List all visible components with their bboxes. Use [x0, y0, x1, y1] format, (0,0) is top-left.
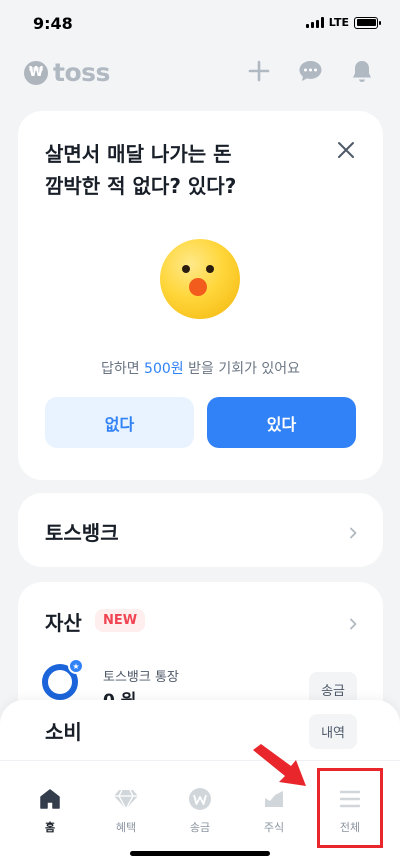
- toss-logo: ₩ toss: [24, 58, 110, 87]
- star-badge-icon: ★: [68, 658, 84, 674]
- tab-benefits[interactable]: 혜택: [96, 787, 156, 835]
- home-indicator: [130, 851, 270, 856]
- new-badge: NEW: [95, 609, 146, 632]
- won-icon: [187, 787, 213, 811]
- toss-bank-card[interactable]: 토스뱅크: [18, 493, 383, 567]
- account-name: 토스뱅크 통장: [103, 670, 179, 685]
- survey-question: 살면서 매달 나가는 돈 깜박한 적 없다? 있다?: [45, 142, 237, 198]
- reward-text: 답하면 500원 받을 기회가 있어요: [18, 358, 383, 378]
- tab-transfer[interactable]: 송금: [170, 787, 230, 835]
- chevron-right-icon: [347, 524, 359, 539]
- status-time: 9:48: [33, 14, 73, 33]
- app-header: ₩ toss: [0, 52, 400, 92]
- reward-amount: 500원: [144, 361, 184, 377]
- annotation-highlight-box: [317, 768, 383, 848]
- network-label: LTE: [328, 16, 349, 29]
- spending-title: 소비: [45, 720, 82, 744]
- tab-label: 혜택: [115, 821, 137, 834]
- reward-prefix: 답하면: [100, 361, 145, 377]
- history-button[interactable]: 내역: [309, 714, 357, 749]
- battery-icon: [354, 16, 381, 29]
- no-button[interactable]: 없다: [45, 397, 194, 448]
- tab-home[interactable]: 홈: [20, 787, 80, 835]
- toss-logo-mark-icon: ₩: [24, 60, 48, 85]
- tab-stocks[interactable]: 주식: [244, 787, 304, 835]
- diamond-icon: [113, 787, 139, 811]
- survey-card: 살면서 매달 나가는 돈 깜박한 적 없다? 있다? 답하면 500원 받을 기…: [18, 111, 383, 480]
- status-bar: 9:48 LTE: [0, 0, 400, 48]
- close-icon[interactable]: [335, 139, 357, 161]
- tab-label: 홈: [44, 821, 56, 834]
- home-icon: [37, 787, 63, 811]
- tab-label: 송금: [189, 821, 211, 834]
- toss-bank-title: 토스뱅크: [45, 521, 119, 545]
- chat-bubble-icon[interactable]: [297, 58, 323, 84]
- reward-suffix: 받을 기회가 있어요: [183, 361, 301, 377]
- logo-text: toss: [53, 58, 110, 87]
- assets-title: 자산: [45, 611, 82, 635]
- signal-icon: [305, 17, 324, 28]
- status-indicators: LTE: [305, 16, 381, 29]
- plus-icon[interactable]: [246, 58, 272, 84]
- bell-icon[interactable]: [349, 58, 375, 84]
- chart-icon: [261, 787, 287, 811]
- chevron-right-icon[interactable]: [347, 615, 359, 630]
- surprised-face-icon: [160, 239, 240, 319]
- tab-label: 주식: [263, 821, 285, 834]
- annotation-arrow-icon: [253, 744, 306, 786]
- yes-button[interactable]: 있다: [207, 397, 356, 448]
